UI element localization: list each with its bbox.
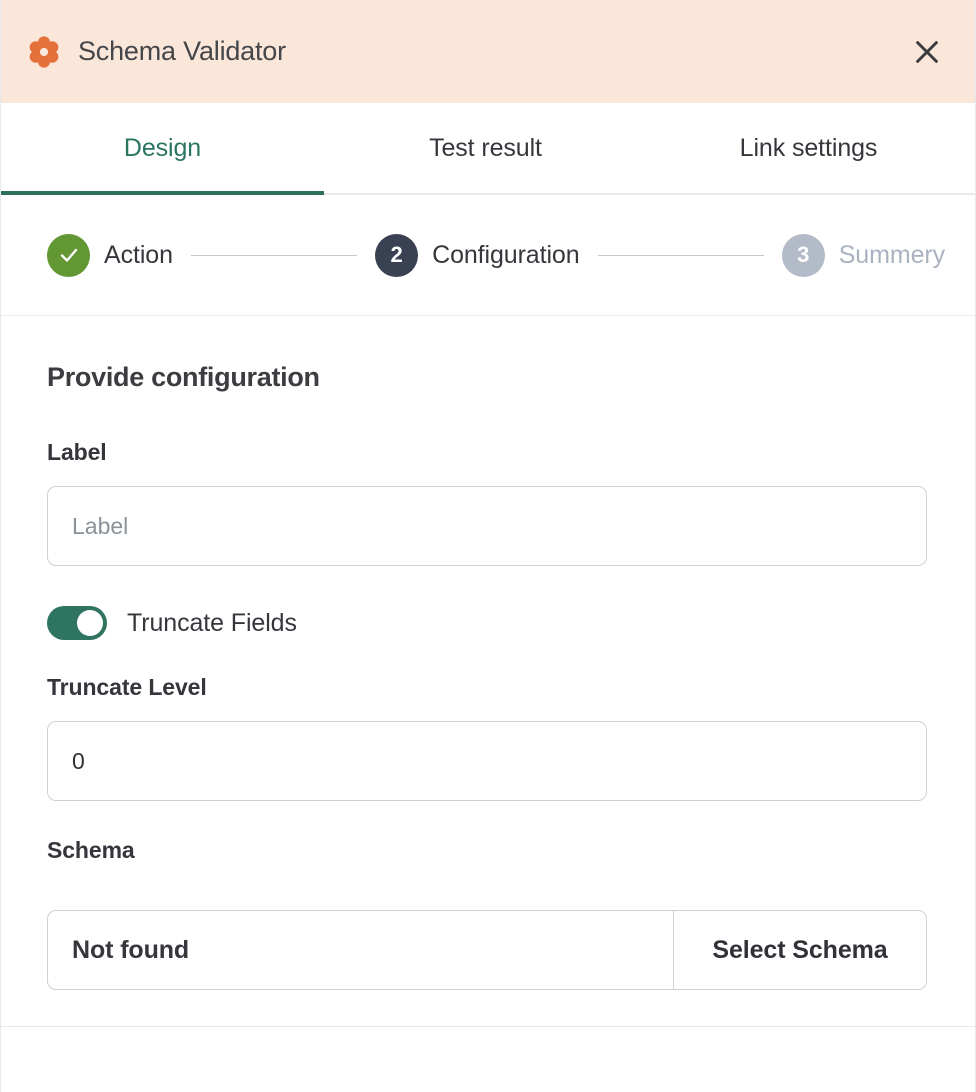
step-summery-label: Summery [838, 240, 945, 269]
truncate-fields-toggle[interactable] [47, 606, 107, 640]
step-configuration[interactable]: 2 Configuration [375, 233, 580, 277]
header-left-group: Schema Validator [28, 35, 905, 68]
truncate-fields-row: Truncate Fields [47, 606, 929, 640]
schema-selector: Not found Select Schema [47, 910, 927, 990]
toggle-knob [77, 610, 103, 636]
step-summery-badge: 3 [781, 233, 825, 277]
label-field-label: Label [47, 439, 107, 465]
step-connector-1 [190, 254, 358, 256]
schema-validator-dialog: Schema Validator Design Test result Link… [0, 0, 976, 1092]
select-schema-button[interactable]: Select Schema [673, 911, 926, 989]
step-connector-2 [597, 254, 764, 256]
section-divider [1, 1026, 975, 1027]
label-input[interactable] [47, 486, 927, 566]
tab-bar: Design Test result Link settings [1, 103, 975, 195]
tab-link-settings-label: Link settings [739, 133, 878, 162]
dialog-header: Schema Validator [1, 0, 975, 103]
tab-test-result-label: Test result [429, 133, 542, 162]
step-configuration-label: Configuration [432, 240, 580, 269]
dialog-title: Schema Validator [78, 36, 286, 66]
step-configuration-badge: 2 [375, 233, 419, 277]
close-icon [916, 40, 938, 63]
tab-design[interactable]: Design [1, 103, 324, 195]
step-action[interactable]: Action [47, 233, 173, 277]
flower-gear-icon [29, 35, 59, 68]
step-action-badge [47, 233, 90, 277]
step-action-label: Action [104, 240, 173, 269]
check-icon [60, 248, 77, 262]
tab-design-label: Design [123, 133, 202, 162]
tab-test-result[interactable]: Test result [324, 103, 647, 193]
truncate-level-input[interactable] [47, 721, 927, 801]
schema-field-label: Schema [47, 837, 135, 863]
configuration-form: Provide configuration Label Truncate Fie… [1, 316, 975, 1027]
step-summery[interactable]: 3 Summery [781, 233, 945, 277]
tab-link-settings[interactable]: Link settings [647, 103, 970, 193]
page-title: Provide configuration [47, 362, 320, 392]
schema-value: Not found [72, 935, 190, 964]
close-button[interactable] [905, 30, 949, 74]
truncate-level-field-label: Truncate Level [47, 674, 207, 700]
truncate-fields-label: Truncate Fields [127, 608, 297, 637]
wizard-stepper: Action 2 Configuration 3 Summery [1, 195, 975, 316]
